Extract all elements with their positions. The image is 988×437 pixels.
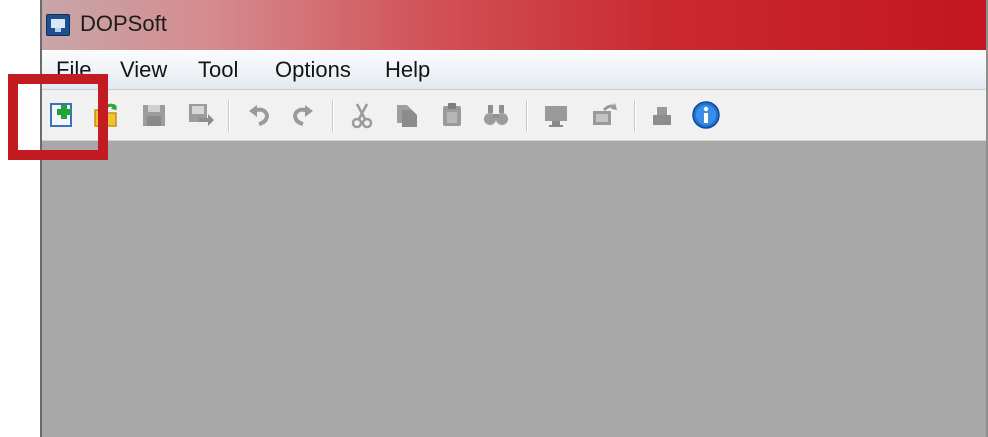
- new-icon[interactable]: [48, 101, 76, 129]
- compile-icon[interactable]: [542, 101, 570, 129]
- copy-icon[interactable]: [392, 101, 420, 129]
- menu-tool[interactable]: Tool: [198, 57, 238, 83]
- open-icon[interactable]: [92, 101, 120, 129]
- menu-help[interactable]: Help: [385, 57, 430, 83]
- save-icon[interactable]: [140, 101, 168, 129]
- paste-icon[interactable]: [438, 101, 466, 129]
- save-as-icon[interactable]: [187, 101, 215, 129]
- menu-file[interactable]: File: [56, 57, 91, 83]
- toolbar-separator: [526, 100, 528, 132]
- redo-icon[interactable]: [288, 101, 316, 129]
- toolbar-separator: [228, 100, 230, 132]
- workspace-area[interactable]: [42, 141, 988, 437]
- toolbar-separator: [332, 100, 334, 132]
- window-title: DOPSoft: [80, 11, 167, 36]
- menu-options[interactable]: Options: [275, 57, 351, 83]
- cut-icon[interactable]: [348, 101, 376, 129]
- app-icon[interactable]: [46, 14, 70, 36]
- title-bar[interactable]: DOPSoft: [42, 0, 988, 50]
- toolbar: [42, 90, 988, 141]
- dopsoft-window: DOPSoft File View Tool Options Help: [40, 0, 988, 437]
- about-icon[interactable]: [692, 101, 720, 129]
- download-icon[interactable]: [590, 101, 618, 129]
- menu-view[interactable]: View: [120, 57, 167, 83]
- toolbar-separator: [634, 100, 636, 132]
- menu-bar: File View Tool Options Help: [42, 51, 988, 90]
- find-icon[interactable]: [482, 101, 510, 129]
- simulation-icon[interactable]: [648, 101, 676, 129]
- undo-icon[interactable]: [246, 101, 274, 129]
